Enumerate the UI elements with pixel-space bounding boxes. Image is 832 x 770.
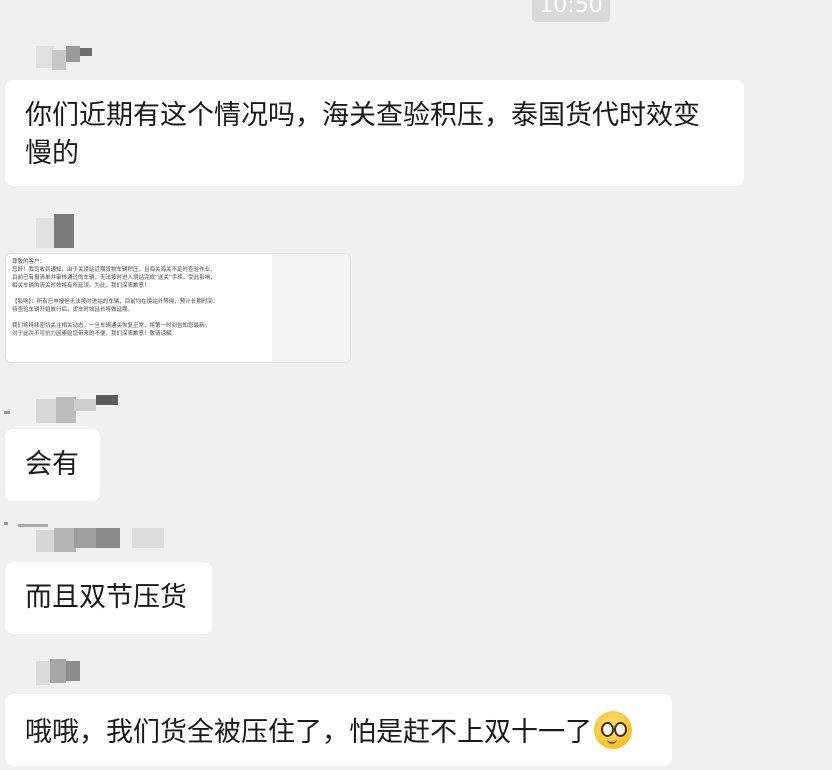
document-line: 目前已有报清单并审核通过的车辆，无法按时进入境站完成“送关”手续。受此影响，	[12, 275, 216, 281]
document-image-margin	[272, 254, 350, 362]
message-bubble[interactable]: 哦哦，我们货全被压住了，怕是赶不上双十一了	[5, 694, 672, 766]
message-text: 你们近期有这个情况吗，海关查验积压，泰国货代时效变慢的	[25, 100, 700, 169]
sender-name-blurred	[4, 522, 166, 554]
message-timestamp: 10:50	[532, 0, 610, 22]
message-text: 哦哦，我们货全被压住了，怕是赶不上双十一了	[25, 711, 652, 752]
sender-name-blurred	[4, 395, 124, 427]
message-text: 而且双节压货	[25, 582, 187, 613]
document-image-message[interactable]: 尊敬的客户： 您好！我司收到通知，由于关境站近期货物车辆积压，且海关海关不定时查…	[5, 253, 351, 363]
document-line: 相关车辆的清关时效将有所延误。为此，我们深表歉意！	[12, 283, 150, 289]
document-line: 尊敬的客户：	[12, 259, 46, 265]
grinning-face-emoji-icon	[594, 711, 632, 749]
sender-name-blurred	[36, 659, 86, 687]
message-bubble[interactable]: 而且双节压货	[5, 562, 212, 634]
document-line: 待查验车辆开始放行后，货车时效延长将做延期。	[12, 307, 134, 313]
document-line: 【影响】：所有已申报但无法按时进站的车辆，目前均在境站外等候，预计长期时间：	[12, 299, 219, 305]
sender-name-blurred	[36, 214, 76, 248]
document-image: 尊敬的客户： 您好！我司收到通知，由于关境站近期货物车辆积压，且海关海关不定时查…	[6, 254, 272, 362]
message-text-content: 哦哦，我们货全被压住了，怕是赶不上双十一了	[25, 717, 592, 748]
document-line: 我们将持续密切关注相关动态，一旦车辆通关恢复正常，将第一时间告知您最新。	[12, 323, 211, 329]
document-line: 对于此次不可抗力因素给您带来的不便，我们深表歉意！敬请谅解。	[12, 331, 178, 337]
document-line: 您好！我司收到通知，由于关境站近期货物车辆积压，且海关海关不定时查验作业，	[12, 267, 216, 273]
message-bubble[interactable]: 会有	[5, 429, 100, 501]
message-bubble[interactable]: 你们近期有这个情况吗，海关查验积压，泰国货代时效变慢的	[5, 80, 744, 186]
message-text: 会有	[25, 449, 79, 480]
sender-name-blurred	[36, 46, 96, 74]
